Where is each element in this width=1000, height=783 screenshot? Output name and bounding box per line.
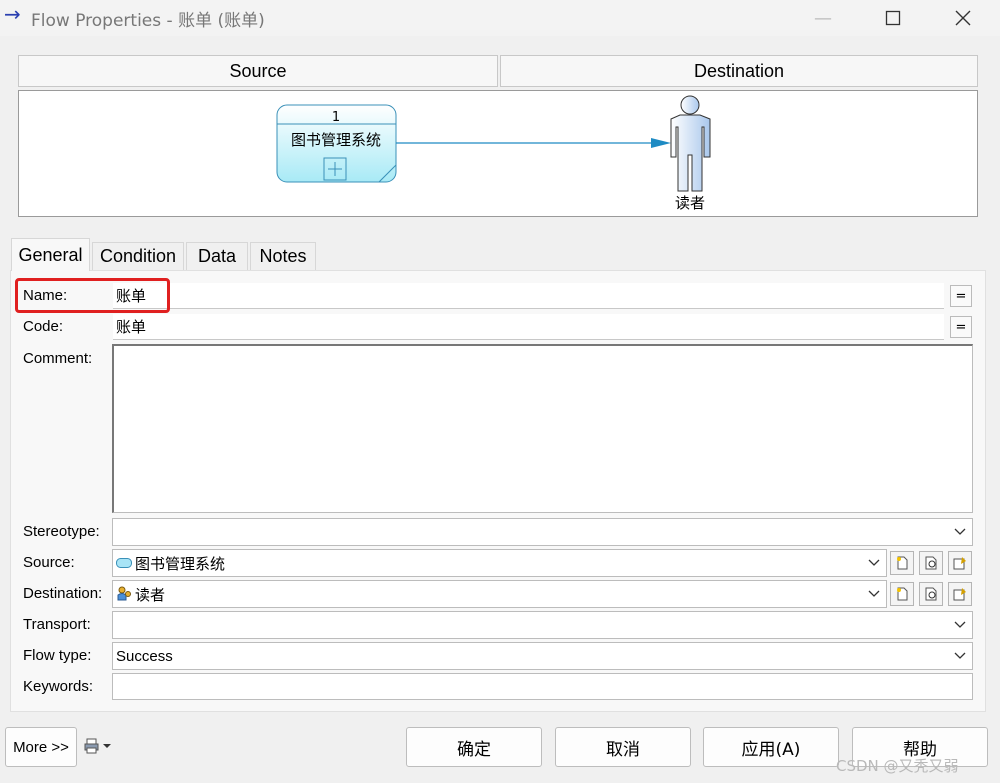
source-combo[interactable]: 图书管理系统 [112,549,887,577]
title-bar: → Flow Properties - 账单 (账单) — [0,0,1000,36]
code-name-sync-button[interactable]: = [950,316,972,338]
flowtype-label: Flow type: [23,647,92,664]
close-icon [955,10,971,26]
source-header-button[interactable]: Source [18,55,498,87]
minimize-icon: — [814,7,832,29]
flowtype-value: Success [116,647,173,665]
ok-button[interactable]: 确定 [406,727,542,767]
code-value: 账单 [116,318,147,336]
process-icon [116,558,132,568]
printer-icon [84,738,99,754]
keywords-input[interactable] [112,673,973,700]
chevron-down-icon[interactable] [954,528,966,536]
transport-label: Transport: [23,616,91,633]
destination-create-button[interactable] [890,582,914,606]
destination-header-button[interactable]: Destination [500,55,978,87]
process-name: 图书管理系统 [291,131,381,149]
diagram-canvas: 1 图书管理系统 读者 [276,95,711,212]
properties-icon [953,557,966,570]
browse-icon [925,556,937,570]
tab-condition[interactable]: Condition [92,242,184,270]
highlight-box [15,278,170,313]
stereotype-label: Stereotype: [23,523,100,540]
destination-combo[interactable]: 读者 [112,580,887,608]
destination-properties-button[interactable] [948,582,972,606]
tab-data[interactable]: Data [186,242,248,270]
close-button[interactable] [940,0,986,36]
maximize-button[interactable] [870,0,916,36]
source-select-button[interactable] [919,551,943,575]
transport-combo[interactable] [112,611,973,639]
actor-name: 读者 [675,194,705,212]
dropdown-arrow-icon [103,744,111,748]
browse-icon [925,587,937,601]
print-menu-button[interactable] [84,738,112,754]
process-number: 1 [332,110,340,125]
new-object-icon [897,556,908,570]
source-properties-button[interactable] [948,551,972,575]
actor-icon [117,586,131,601]
apply-button[interactable]: 应用(A) [703,727,839,767]
code-input[interactable]: 账单 [113,314,944,340]
chevron-down-icon[interactable] [954,621,966,629]
watermark-text: CSDN @又秃又弱 [836,757,959,775]
source-create-button[interactable] [890,551,914,575]
tab-notes[interactable]: Notes [250,242,316,270]
name-code-sync-button[interactable]: = [950,285,972,307]
chevron-down-icon[interactable] [868,559,880,567]
properties-icon [953,588,966,601]
minimize-button[interactable]: — [800,0,846,36]
arrow-right-icon: → [4,2,21,26]
maximize-icon [885,10,901,26]
code-label: Code: [23,318,64,335]
source-label: Source: [23,554,75,571]
keywords-label: Keywords: [23,678,94,695]
flow-arrow[interactable] [396,138,671,148]
stereotype-combo[interactable] [112,518,973,546]
chevron-down-icon[interactable] [868,590,880,598]
more-button[interactable]: More >> [5,727,77,767]
comment-label: Comment: [23,350,93,367]
destination-label: Destination: [23,585,103,602]
chevron-down-icon[interactable] [954,652,966,660]
actor-node[interactable] [670,95,711,192]
destination-select-button[interactable] [919,582,943,606]
source-value: 图书管理系统 [135,554,226,573]
window-title: Flow Properties - 账单 (账单) [31,11,265,31]
destination-value: 读者 [135,585,166,604]
name-input[interactable]: 账单 [113,283,944,309]
flow-diagram: 1 图书管理系统 读者 [18,90,978,217]
comment-textarea[interactable] [112,344,973,513]
cancel-button[interactable]: 取消 [555,727,691,767]
tab-general[interactable]: General [11,238,90,271]
new-object-icon [897,587,908,601]
flowtype-combo[interactable]: Success [112,642,973,670]
